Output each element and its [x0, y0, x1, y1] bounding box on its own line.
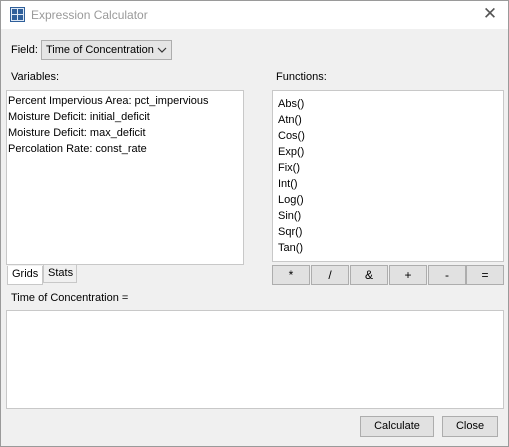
functions-label: Functions:	[276, 71, 327, 83]
multiply-button[interactable]: *	[272, 265, 310, 285]
list-item[interactable]: Moisture Deficit: max_deficit	[8, 125, 243, 141]
concat-button[interactable]: &	[350, 265, 388, 285]
list-item[interactable]: Moisture Deficit: initial_deficit	[8, 109, 243, 125]
list-item[interactable]: Abs()	[278, 96, 503, 112]
list-item[interactable]: Exp()	[278, 144, 503, 160]
plus-button[interactable]: +	[389, 265, 427, 285]
list-item[interactable]: Cos()	[278, 128, 503, 144]
calculate-button[interactable]: Calculate	[360, 416, 434, 437]
title-bar: Expression Calculator ✕	[1, 1, 508, 29]
chevron-down-icon	[157, 41, 167, 66]
expression-input[interactable]	[6, 310, 504, 409]
list-item[interactable]: Sin()	[278, 208, 503, 224]
close-icon[interactable]: ✕	[480, 4, 500, 24]
expression-calculator-window: Expression Calculator ✕ Field: Time of C…	[0, 0, 509, 447]
equals-button[interactable]: =	[466, 265, 504, 285]
variables-list[interactable]: Percent Impervious Area: pct_impervious …	[6, 90, 244, 265]
field-label: Field:	[11, 44, 38, 56]
window-title: Expression Calculator	[31, 8, 148, 22]
list-item[interactable]: Fix()	[278, 160, 503, 176]
divide-button[interactable]: /	[311, 265, 349, 285]
tab-grids[interactable]: Grids	[7, 266, 43, 285]
minus-button[interactable]: -	[428, 265, 466, 285]
tab-stats[interactable]: Stats	[43, 264, 77, 283]
list-item[interactable]: Log()	[278, 192, 503, 208]
list-item[interactable]: Atn()	[278, 112, 503, 128]
calculator-app-icon	[10, 7, 25, 22]
expression-label: Time of Concentration =	[11, 292, 129, 304]
field-dropdown-value: Time of Concentration	[46, 44, 154, 56]
list-item[interactable]: Int()	[278, 176, 503, 192]
list-item[interactable]: Percolation Rate: const_rate	[8, 141, 243, 157]
variables-label: Variables:	[11, 71, 60, 83]
functions-list[interactable]: Abs() Atn() Cos() Exp() Fix() Int() Log(…	[272, 90, 504, 262]
field-dropdown[interactable]: Time of Concentration	[41, 40, 172, 60]
list-item[interactable]: Percent Impervious Area: pct_impervious	[8, 93, 243, 109]
close-button[interactable]: Close	[442, 416, 498, 437]
list-item[interactable]: Sqr()	[278, 224, 503, 240]
list-item[interactable]: Tan()	[278, 240, 503, 256]
